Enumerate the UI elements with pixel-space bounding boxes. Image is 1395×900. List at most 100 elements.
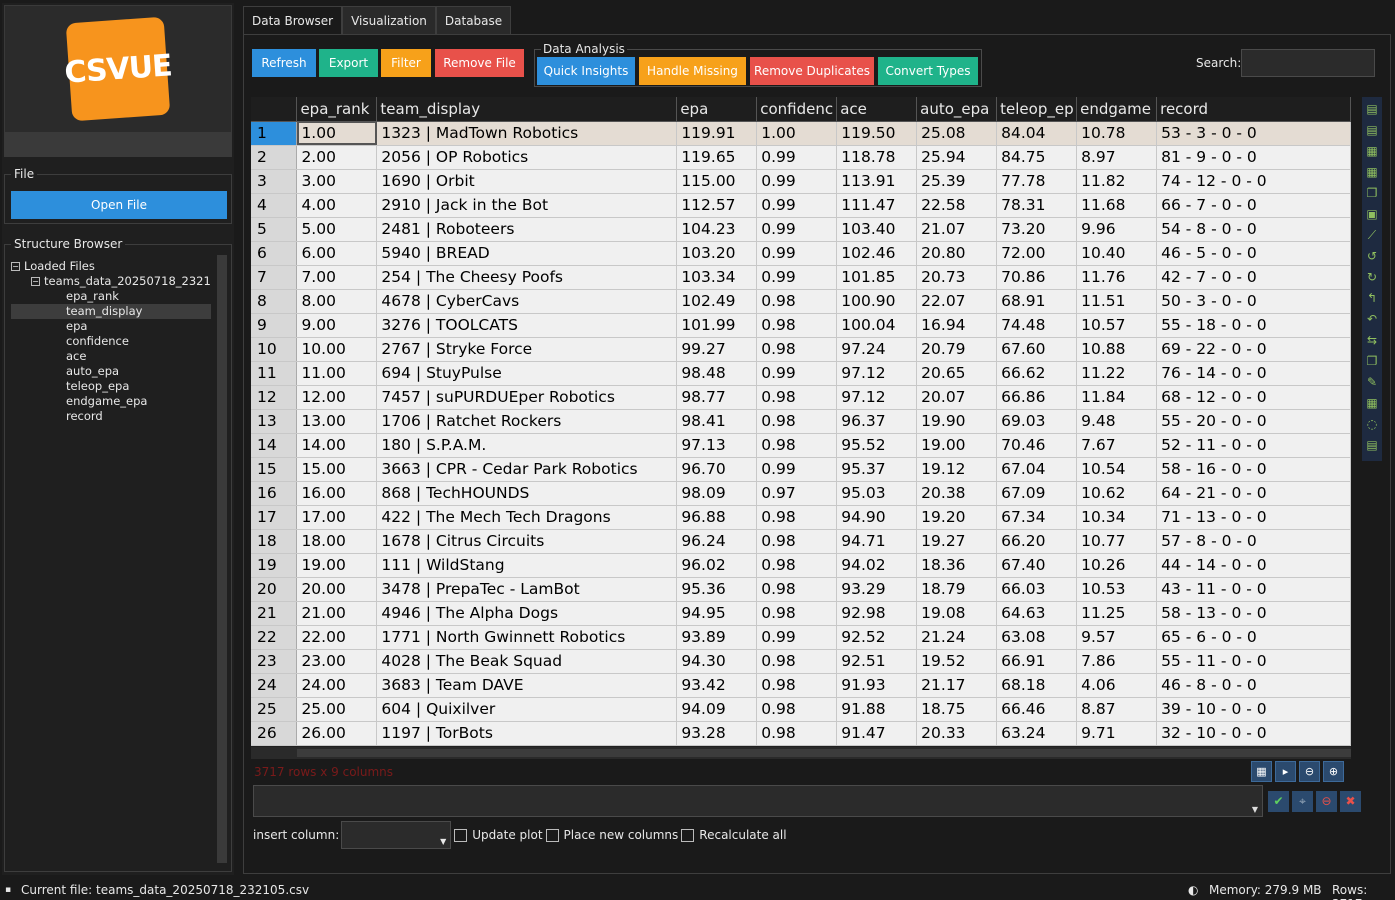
table-cell[interactable]: 16.94 <box>916 313 998 338</box>
table-cell[interactable]: 78.31 <box>996 193 1078 218</box>
tree-column-item[interactable]: teleop_epa <box>11 379 211 394</box>
table-cell[interactable]: 53 - 3 - 0 - 0 <box>1156 121 1351 146</box>
table-cell[interactable]: 4.06 <box>1076 673 1158 698</box>
table-cell[interactable]: 96.88 <box>676 505 758 530</box>
table-cell[interactable]: 0.98 <box>756 313 838 338</box>
table-cell[interactable]: 3276 | TOOLCATS <box>376 313 678 338</box>
zoom-in-icon[interactable]: ⊕ <box>1323 761 1344 782</box>
convert-types-button[interactable]: Convert Types <box>878 57 978 85</box>
table-cell[interactable]: 8.00 <box>296 289 378 314</box>
add-column-icon[interactable]: ▦ <box>1364 142 1380 160</box>
table-cell[interactable]: 46 - 5 - 0 - 0 <box>1156 241 1351 266</box>
remove-duplicates-button[interactable]: Remove Duplicates <box>750 57 874 85</box>
table-cell[interactable]: 0.99 <box>756 145 838 170</box>
table-cell[interactable]: 11.76 <box>1076 265 1158 290</box>
table-cell[interactable]: 13.00 <box>296 409 378 434</box>
table-cell[interactable]: 5940 | BREAD <box>376 241 678 266</box>
table-cell[interactable]: 94.30 <box>676 649 758 674</box>
handle-missing-button[interactable]: Handle Missing <box>639 57 746 85</box>
table-cell[interactable]: 4.00 <box>296 193 378 218</box>
table-cell[interactable]: 18.36 <box>916 553 998 578</box>
table-cell[interactable]: 2056 | OP Robotics <box>376 145 678 170</box>
table-cell[interactable]: 0.98 <box>756 529 838 554</box>
table-cell[interactable]: 18.79 <box>916 577 998 602</box>
table-cell[interactable]: 8.87 <box>1076 697 1158 722</box>
table-cell[interactable]: 2767 | Stryke Force <box>376 337 678 362</box>
row-header[interactable]: 7 <box>251 265 298 290</box>
table-cell[interactable]: 26.00 <box>296 721 378 746</box>
row-header[interactable]: 8 <box>251 289 298 314</box>
table-cell[interactable]: 66.91 <box>996 649 1078 674</box>
table-cell[interactable]: 11.82 <box>1076 169 1158 194</box>
row-header[interactable]: 26 <box>251 721 298 746</box>
table-cell[interactable]: 72.00 <box>996 241 1078 266</box>
table-cell[interactable]: 10.54 <box>1076 457 1158 482</box>
table-cell[interactable]: 20.73 <box>916 265 998 290</box>
table-cell[interactable]: 10.88 <box>1076 337 1158 362</box>
tab-data-browser[interactable]: Data Browser <box>243 6 343 34</box>
table-cell[interactable]: 0.98 <box>756 601 838 626</box>
row-header[interactable]: 16 <box>251 481 298 506</box>
tab-visualization[interactable]: Visualization <box>342 6 436 34</box>
row-header[interactable]: 13 <box>251 409 298 434</box>
table-cell[interactable]: 95.36 <box>676 577 758 602</box>
table-cell[interactable]: 11.25 <box>1076 601 1158 626</box>
tree-column-item[interactable]: auto_epa <box>11 364 211 379</box>
table-cell[interactable]: 20.80 <box>916 241 998 266</box>
table-cell[interactable]: 2.00 <box>296 145 378 170</box>
row-header[interactable]: 3 <box>251 169 298 194</box>
table-cell[interactable]: 42 - 7 - 0 - 0 <box>1156 265 1351 290</box>
table-cell[interactable]: 55 - 20 - 0 - 0 <box>1156 409 1351 434</box>
table-cell[interactable]: 101.99 <box>676 313 758 338</box>
row-header[interactable]: 2 <box>251 145 298 170</box>
table-cell[interactable]: 19.00 <box>916 433 998 458</box>
tree-root[interactable]: − Loaded Files <box>11 259 211 274</box>
table-cell[interactable]: 103.20 <box>676 241 758 266</box>
table-cell[interactable]: 0.98 <box>756 409 838 434</box>
table-cell[interactable]: 77.78 <box>996 169 1078 194</box>
table-cell[interactable]: 66.20 <box>996 529 1078 554</box>
table-cell[interactable]: 94.90 <box>836 505 918 530</box>
tree-column-item[interactable]: record <box>11 409 211 424</box>
table-cell[interactable]: 9.71 <box>1076 721 1158 746</box>
table-cell[interactable]: 20.33 <box>916 721 998 746</box>
select-icon[interactable]: ◌ <box>1364 415 1380 433</box>
table-cell[interactable]: 2481 | Roboteers <box>376 217 678 242</box>
table-cell[interactable]: 64.63 <box>996 601 1078 626</box>
table-cell[interactable]: 23.00 <box>296 649 378 674</box>
table-cell[interactable]: 67.60 <box>996 337 1078 362</box>
table-cell[interactable]: 422 | The Mech Tech Dragons <box>376 505 678 530</box>
chart-icon[interactable]: ⟋ <box>1364 226 1380 244</box>
table-cell[interactable]: 63.08 <box>996 625 1078 650</box>
table-cell[interactable]: 25.08 <box>916 121 998 146</box>
table-cell[interactable]: 58 - 16 - 0 - 0 <box>1156 457 1351 482</box>
table-cell[interactable]: 7.86 <box>1076 649 1158 674</box>
table-cell[interactable]: 11.51 <box>1076 289 1158 314</box>
column-header[interactable]: auto_epa <box>916 97 998 122</box>
table-cell[interactable]: 102.46 <box>836 241 918 266</box>
table-cell[interactable]: 66.86 <box>996 385 1078 410</box>
table-cell[interactable]: 0.99 <box>756 457 838 482</box>
table-cell[interactable]: 66 - 7 - 0 - 0 <box>1156 193 1351 218</box>
table-cell[interactable]: 1771 | North Gwinnett Robotics <box>376 625 678 650</box>
excel-icon[interactable]: ▦ <box>1364 163 1380 181</box>
table-cell[interactable]: 18.00 <box>296 529 378 554</box>
column-header[interactable]: record <box>1156 97 1351 122</box>
table-cell[interactable]: 64 - 21 - 0 - 0 <box>1156 481 1351 506</box>
table-cell[interactable]: 0.99 <box>756 625 838 650</box>
table-cell[interactable]: 0.98 <box>756 697 838 722</box>
table-cell[interactable]: 50 - 3 - 0 - 0 <box>1156 289 1351 314</box>
table-cell[interactable]: 55 - 11 - 0 - 0 <box>1156 649 1351 674</box>
table-cell[interactable]: 54 - 8 - 0 - 0 <box>1156 217 1351 242</box>
table-cell[interactable]: 10.62 <box>1076 481 1158 506</box>
tree-column-item[interactable]: confidence <box>11 334 211 349</box>
table-cell[interactable]: 118.78 <box>836 145 918 170</box>
table-cell[interactable]: 9.57 <box>1076 625 1158 650</box>
refresh-button[interactable]: Refresh <box>252 49 316 77</box>
table-cell[interactable]: 694 | StuyPulse <box>376 361 678 386</box>
table-cell[interactable]: 69.03 <box>996 409 1078 434</box>
table-cell[interactable]: 11.68 <box>1076 193 1158 218</box>
table-cell[interactable]: 18.75 <box>916 697 998 722</box>
table-cell[interactable]: 10.77 <box>1076 529 1158 554</box>
table-cell[interactable]: 15.00 <box>296 457 378 482</box>
